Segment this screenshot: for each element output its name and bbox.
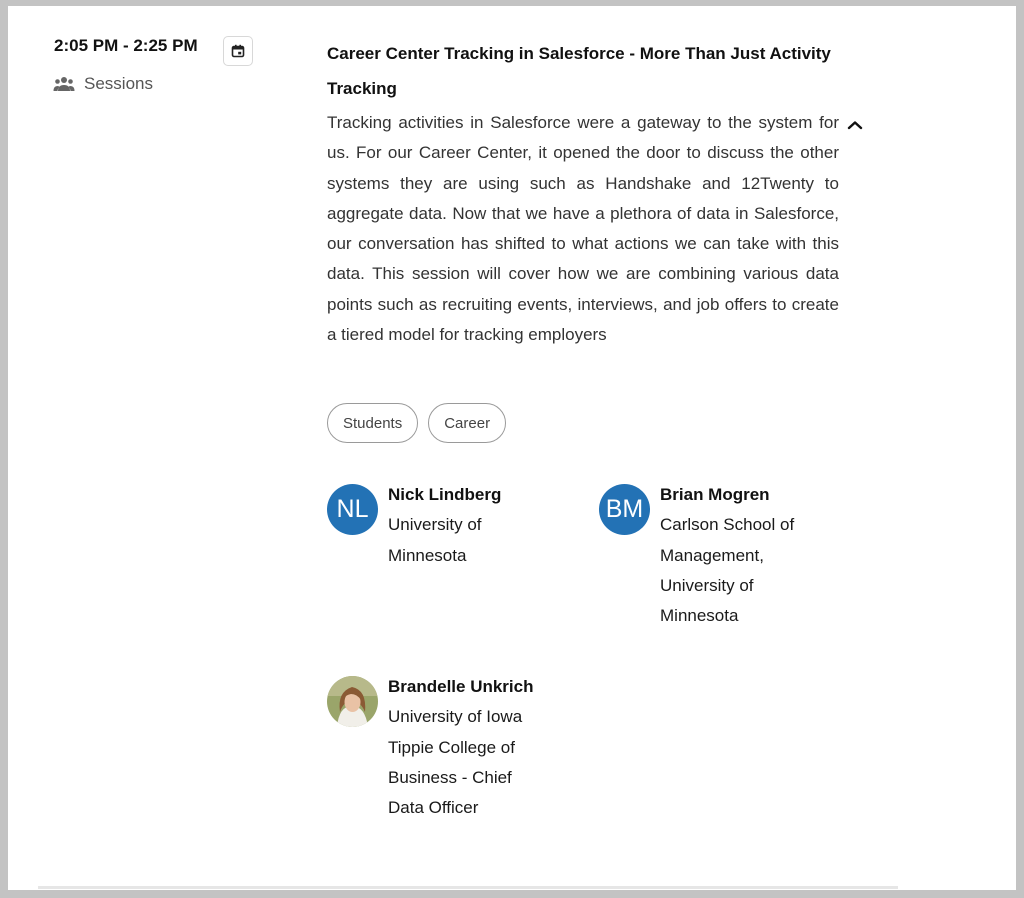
speaker-name: Nick Lindberg — [388, 485, 502, 504]
speaker-organization: University of Minnesota — [388, 515, 482, 565]
group-icon — [53, 77, 75, 91]
speaker-organization: Carlson School of Management, University… — [660, 515, 795, 626]
session-time: 2:05 PM - 2:25 PM — [54, 36, 198, 55]
speaker-card[interactable]: Brandelle Unkrich University of Iowa Tip… — [327, 676, 534, 823]
calendar-icon — [231, 44, 245, 58]
speaker-organization: University of Iowa Tippie College of Bus… — [388, 707, 523, 818]
avatar: NL — [327, 484, 378, 535]
session-description: Tracking activities in Salesforce were a… — [327, 113, 839, 345]
session-type: Sessions — [53, 74, 153, 94]
tag-students[interactable]: Students — [327, 403, 419, 443]
divider — [38, 886, 898, 889]
speaker-name: Brian Mogren — [660, 485, 770, 504]
tag-career[interactable]: Career — [428, 403, 507, 443]
speaker-card[interactable]: BM Brian Mogren Carlson School of Manage… — [599, 484, 794, 631]
session-title: Career Center Tracking in Salesforce - M… — [327, 44, 831, 98]
session-card: 2:05 PM - 2:25 PM Sessions Career Center… — [8, 6, 1016, 890]
tag-list: Students Career — [327, 403, 507, 443]
speaker-card[interactable]: NL Nick Lindberg University of Minnesota — [327, 484, 501, 571]
session-type-label: Sessions — [84, 74, 153, 93]
chevron-up-icon — [847, 121, 863, 130]
avatar: BM — [599, 484, 650, 535]
speaker-name: Brandelle Unkrich — [388, 677, 534, 696]
avatar-photo — [327, 676, 378, 727]
collapse-button[interactable] — [842, 112, 868, 138]
add-to-calendar-button[interactable] — [223, 36, 253, 66]
